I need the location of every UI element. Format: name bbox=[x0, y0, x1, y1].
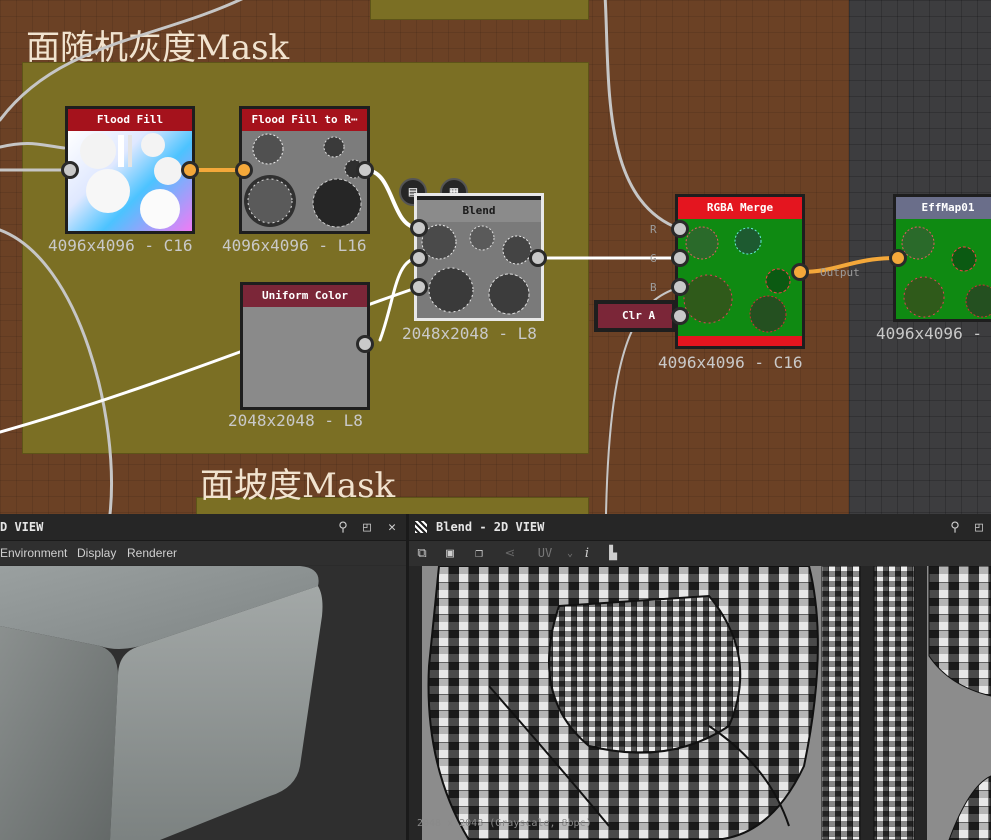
port-flood-fill-input[interactable] bbox=[61, 161, 79, 179]
blend-pattern bbox=[417, 222, 541, 318]
info-icon[interactable]: i bbox=[577, 543, 597, 563]
wire-lower-left bbox=[0, 228, 114, 514]
maximize-icon[interactable]: ◰ bbox=[970, 517, 988, 537]
wire-top-left bbox=[0, 0, 243, 122]
uv-texture-preview bbox=[422, 566, 991, 840]
menu-environment[interactable]: Environment bbox=[0, 541, 67, 565]
node-graph-canvas[interactable]: 面随机灰度Mask 面坡度Mask Flood Fill 4096x4096 -… bbox=[0, 0, 991, 514]
port-label-output: Output bbox=[820, 266, 860, 279]
port-flood-fill-output[interactable] bbox=[181, 161, 199, 179]
port-label-b: B bbox=[650, 281, 657, 294]
port-blend-foreground[interactable] bbox=[410, 219, 428, 237]
share-icon[interactable]: ⋖ bbox=[500, 543, 520, 563]
node-title: RGBA Merge bbox=[678, 197, 802, 219]
node-rgba-merge[interactable]: RGBA Merge bbox=[675, 194, 805, 349]
node-title: EffMap01 bbox=[896, 197, 991, 219]
wire-to-merge-r bbox=[603, 0, 682, 231]
3d-view-title: D VIEW bbox=[0, 520, 44, 534]
node-title: Clr A bbox=[598, 304, 672, 328]
close-icon[interactable]: ✕ bbox=[383, 517, 401, 537]
node-thumbnail bbox=[417, 222, 541, 318]
node-title: Blend bbox=[417, 200, 541, 222]
2d-view-toolbar bbox=[409, 541, 991, 566]
port-label-g: G bbox=[650, 252, 657, 265]
alpha-bar bbox=[678, 336, 802, 346]
node-thumbnail bbox=[678, 219, 802, 336]
port-merge-output[interactable] bbox=[791, 263, 809, 281]
port-blend-background[interactable] bbox=[410, 249, 428, 267]
port-blend-output[interactable] bbox=[529, 249, 547, 267]
port-flood-fill-to-r-output[interactable] bbox=[356, 161, 374, 179]
merge-pattern bbox=[678, 219, 802, 336]
port-merge-r[interactable] bbox=[671, 220, 689, 238]
node-size-flood-fill-to-random: 4096x4096 - L16 bbox=[222, 236, 367, 255]
save-icon[interactable]: ▣ bbox=[440, 543, 460, 563]
node-size-effmap01: 4096x4096 - bbox=[876, 324, 982, 343]
paste-icon[interactable]: ❐ bbox=[469, 543, 489, 563]
node-flood-fill[interactable]: Flood Fill bbox=[65, 106, 195, 234]
node-size-uniform-color: 2048x2048 - L8 bbox=[228, 411, 363, 430]
node-blend[interactable]: Blend bbox=[414, 193, 544, 321]
port-merge-a[interactable] bbox=[671, 307, 689, 325]
2d-view-image-info: 2048 x 2048 (Grayscale, 8bpc) bbox=[417, 818, 592, 829]
node-thumbnail bbox=[243, 307, 367, 407]
node-clr-a[interactable]: Clr A bbox=[594, 300, 676, 332]
wire-to-flood-fill bbox=[0, 141, 66, 150]
3d-viewport[interactable] bbox=[0, 566, 406, 840]
port-merge-g[interactable] bbox=[671, 249, 689, 267]
cube-preview bbox=[0, 566, 406, 840]
node-thumbnail bbox=[68, 131, 192, 231]
pin-icon[interactable]: ⚲ bbox=[334, 517, 352, 537]
uv-toggle[interactable]: UV bbox=[530, 543, 560, 563]
node-title: Flood Fill bbox=[68, 109, 192, 131]
node-size-flood-fill: 4096x4096 - C16 bbox=[48, 236, 193, 255]
maximize-icon[interactable]: ◰ bbox=[358, 517, 376, 537]
port-effmap-input[interactable] bbox=[889, 249, 907, 267]
node-thumbnail bbox=[242, 131, 367, 231]
2d-view-header: Blend - 2D VIEW bbox=[409, 514, 991, 541]
pin-icon[interactable]: ⚲ bbox=[946, 517, 964, 537]
node-flood-fill-to-random[interactable]: Flood Fill to R⋯ bbox=[239, 106, 370, 234]
node-thumbnail bbox=[896, 219, 991, 319]
port-uniform-color-output[interactable] bbox=[356, 335, 374, 353]
histogram-icon[interactable]: ▙ bbox=[603, 543, 623, 563]
menu-display[interactable]: Display bbox=[77, 541, 116, 565]
2d-viewport[interactable]: 2048 x 2048 (Grayscale, 8bpc) bbox=[409, 566, 991, 840]
node-title: Uniform Color bbox=[243, 285, 367, 307]
checker-icon bbox=[415, 521, 427, 533]
copy-icon[interactable]: ⧉ bbox=[412, 543, 432, 563]
effmap-pattern bbox=[896, 219, 991, 319]
node-title: Flood Fill to R⋯ bbox=[242, 109, 367, 131]
node-effmap01[interactable]: EffMap01 bbox=[893, 194, 991, 322]
3d-view-menu-bar: Environment Display Renderer bbox=[0, 541, 406, 565]
menu-renderer[interactable]: Renderer bbox=[127, 541, 177, 565]
port-flood-fill-to-r-input[interactable] bbox=[235, 161, 253, 179]
2d-view-title: Blend - 2D VIEW bbox=[436, 520, 545, 534]
port-label-r: R bbox=[650, 223, 657, 236]
node-uniform-color[interactable]: Uniform Color bbox=[240, 282, 370, 410]
node-size-rgba-merge: 4096x4096 - C16 bbox=[658, 353, 803, 372]
port-merge-b[interactable] bbox=[671, 278, 689, 296]
port-blend-mask[interactable] bbox=[410, 278, 428, 296]
noise-pattern bbox=[242, 131, 367, 231]
flood-fill-pattern bbox=[80, 133, 182, 229]
node-size-blend: 2048x2048 - L8 bbox=[402, 324, 537, 343]
